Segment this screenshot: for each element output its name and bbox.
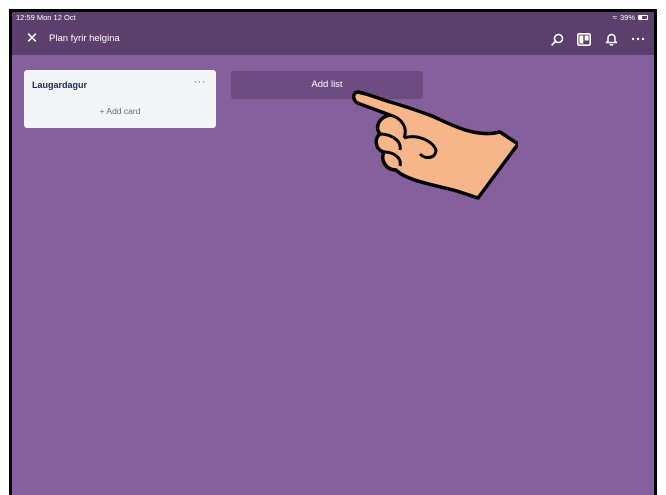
board-view-icon[interactable]	[576, 30, 592, 48]
wifi-icon: ≈	[612, 12, 617, 22]
search-icon[interactable]	[549, 30, 565, 48]
close-icon[interactable]: ✕	[24, 31, 40, 47]
battery-icon	[638, 15, 648, 20]
notification-bell-icon[interactable]	[603, 30, 619, 48]
list-menu-icon[interactable]: ···	[194, 76, 207, 88]
status-indicators: ≈ 39%	[613, 13, 648, 22]
pointing-hand-icon	[352, 90, 518, 200]
app-header: 12:59 Mon 12 Oct ≈ 39% ✕ Plan fyrir helg…	[12, 12, 654, 55]
more-options-icon[interactable]	[630, 30, 646, 48]
nav-bar: ✕ Plan fyrir helgina	[12, 24, 654, 55]
status-bar: 12:59 Mon 12 Oct ≈ 39%	[12, 12, 654, 24]
list-laugardagur: Laugardagur ··· + Add card	[24, 70, 216, 128]
board-title: Plan fyrir helgina	[49, 33, 120, 44]
add-card-button[interactable]: + Add card	[24, 106, 216, 116]
status-time: 12:59 Mon 12 Oct	[16, 13, 76, 22]
add-list-button[interactable]: Add list	[231, 71, 423, 99]
list-title[interactable]: Laugardagur	[32, 80, 87, 90]
battery-percent: 39%	[619, 13, 635, 22]
board-screen: 12:59 Mon 12 Oct ≈ 39% ✕ Plan fyrir helg…	[12, 12, 654, 495]
header-actions	[549, 30, 646, 48]
